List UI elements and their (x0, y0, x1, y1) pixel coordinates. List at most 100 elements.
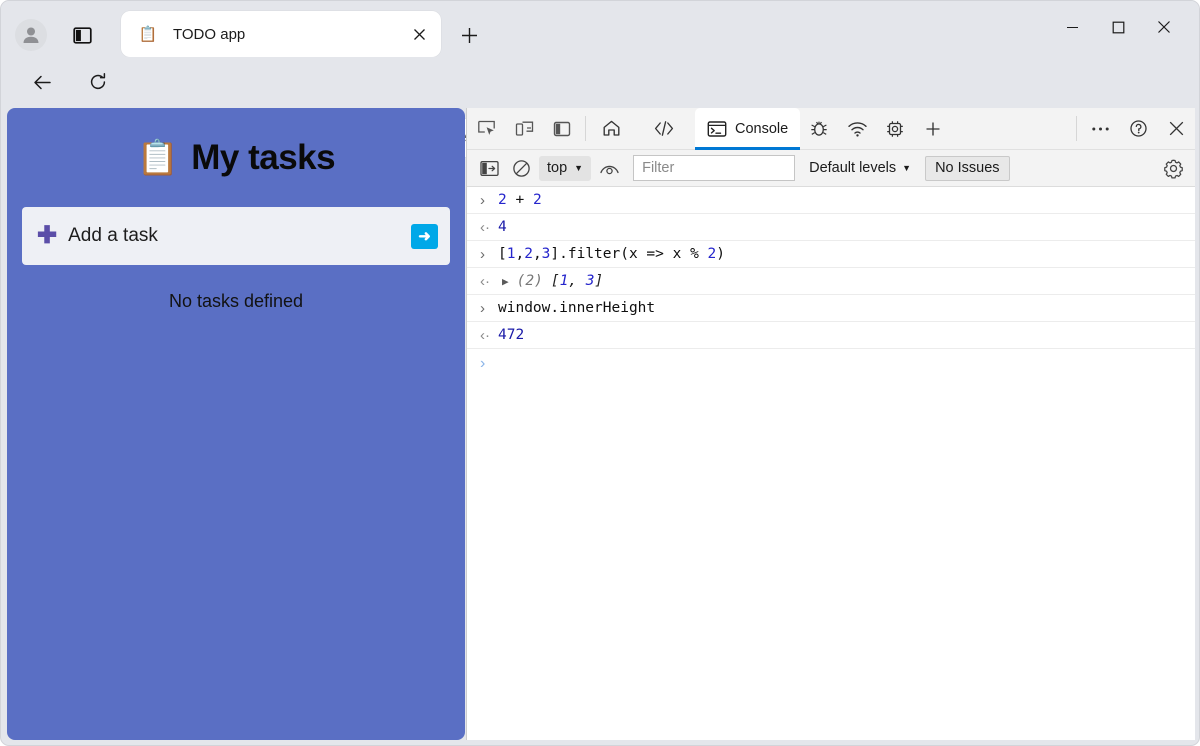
add-task-placeholder: Add a task (68, 225, 158, 246)
reload-icon (88, 72, 108, 92)
javascript-context-selector[interactable]: top ▼ (539, 155, 592, 181)
console-settings-gear-icon (1163, 158, 1184, 179)
home-icon (602, 119, 621, 138)
console-log-area[interactable]: › 2 + 2 ‹· 4 › [1,2,3].filter(x => x % 2… (467, 187, 1195, 739)
account-avatar-icon (20, 24, 42, 46)
debugger-bug-icon (809, 119, 829, 138)
inspect-element-button[interactable] (467, 108, 505, 149)
console-row-input[interactable]: › window.innerHeight (467, 295, 1195, 322)
reload-button[interactable] (81, 65, 115, 99)
output-marker-icon: ‹· (480, 218, 490, 236)
tab-title: TODO app (173, 25, 246, 43)
array-value: [1, 3] (550, 273, 604, 289)
console-row-input[interactable]: › [1,2,3].filter(x => x % 2) (467, 241, 1195, 268)
clear-console-icon (512, 159, 531, 178)
console-sidebar-icon (479, 160, 499, 177)
close-devtools-icon (1168, 120, 1185, 137)
toolbar-divider-right (1076, 116, 1077, 141)
clipboard-icon: 📋 (136, 139, 180, 177)
plus-icon: ✚ (37, 222, 58, 249)
add-panel-button[interactable] (914, 108, 952, 149)
console-settings-button[interactable] (1157, 154, 1189, 182)
tab-close-button[interactable] (405, 20, 433, 48)
plus-icon (460, 26, 479, 45)
console-result-value: 4 (498, 219, 507, 235)
device-emulation-icon (515, 119, 534, 138)
expand-triangle-icon[interactable]: ▶ (502, 275, 509, 288)
console-terminal-icon (707, 120, 727, 138)
tab-console[interactable]: Console (695, 108, 801, 150)
back-button[interactable] (25, 65, 59, 99)
navigation-bar: https://microsoftedge.github.io/Demos/de… (1, 57, 1199, 157)
console-toolbar: top ▼ Filter Default levels ▼ No Issues (467, 150, 1195, 187)
profile-button[interactable] (15, 19, 47, 51)
add-task-submit-button[interactable]: ➜ (411, 223, 438, 249)
live-expression-button[interactable] (593, 154, 625, 182)
context-label: top (547, 160, 568, 176)
input-marker-icon: › (480, 245, 485, 263)
new-tab-button[interactable] (453, 19, 485, 51)
elements-code-icon (653, 119, 675, 138)
add-panel-icon (924, 120, 942, 138)
device-emulation-button[interactable] (505, 108, 543, 149)
output-marker-icon: ‹· (480, 326, 490, 344)
console-expression: window.innerHeight (498, 300, 656, 316)
live-expression-icon (599, 161, 620, 176)
console-row-result: ‹· 472 (467, 322, 1195, 349)
tab-debugger[interactable] (800, 108, 838, 149)
dock-side-icon (553, 120, 571, 138)
clipboard-icon: 📋 (138, 25, 158, 43)
console-sidebar-toggle[interactable] (473, 154, 505, 182)
tab-welcome[interactable] (590, 108, 641, 149)
console-row-input[interactable]: › 2 + 2 (467, 187, 1195, 214)
issues-status-button[interactable]: No Issues (925, 155, 1010, 181)
input-marker-icon: › (480, 191, 485, 209)
browser-tab[interactable]: 📋 TODO app (121, 11, 441, 57)
log-levels-selector[interactable]: Default levels ▼ (809, 160, 911, 176)
network-wifi-icon (847, 120, 868, 138)
page-title: My tasks (191, 138, 336, 177)
help-icon (1129, 119, 1148, 138)
tab-network[interactable] (838, 108, 876, 149)
console-filter-input[interactable]: Filter (633, 155, 796, 181)
tab-strip: 📋 TODO app (1, 1, 1199, 57)
log-levels-label: Default levels (809, 160, 897, 176)
close-window-button[interactable] (1141, 7, 1187, 47)
input-marker-icon: › (480, 299, 485, 317)
devtools-tab-bar: Console (467, 108, 1195, 150)
todo-app-page: 📋 My tasks ✚ Add a task ➜ No tasks defin… (7, 108, 465, 740)
workspaces-button[interactable] (67, 20, 97, 50)
add-task-field[interactable]: ✚ Add a task ➜ (22, 207, 450, 265)
minimize-button[interactable] (1049, 7, 1095, 47)
console-row-result: ‹· 4 (467, 214, 1195, 241)
output-marker-icon: ‹· (480, 272, 490, 290)
prompt-marker-icon: › (480, 355, 486, 372)
console-result-value: 472 (498, 327, 525, 343)
maximize-button[interactable] (1095, 7, 1141, 47)
more-tools-button[interactable] (1081, 108, 1119, 149)
dock-side-button[interactable] (543, 108, 581, 149)
array-length-label: (2) (516, 273, 543, 289)
chevron-down-icon: ▼ (902, 162, 912, 173)
clear-console-button[interactable] (505, 154, 537, 182)
empty-state-message: No tasks defined (168, 291, 304, 311)
chevron-down-icon: ▼ (574, 162, 584, 173)
console-expression: [1,2,3].filter(x => x % 2) (498, 246, 726, 262)
help-button[interactable] (1119, 108, 1157, 149)
performance-chip-icon (885, 119, 905, 139)
console-toolbar-right (1157, 154, 1189, 182)
toolbar-divider (585, 116, 586, 141)
back-arrow-icon (32, 72, 53, 93)
console-expression: 2 + 2 (498, 192, 542, 208)
tab-elements[interactable] (641, 108, 695, 149)
inspect-element-icon (477, 119, 496, 138)
console-prompt-row[interactable]: › (467, 349, 1195, 379)
more-tools-icon (1091, 126, 1110, 132)
window-controls (1049, 1, 1199, 57)
tab-console-label: Console (735, 120, 789, 137)
tab-performance[interactable] (876, 108, 914, 149)
todo-header: 📋 My tasks (7, 138, 465, 178)
console-row-result-array[interactable]: ‹· ▶ (2) [1, 3] (467, 268, 1195, 295)
close-devtools-button[interactable] (1157, 108, 1195, 149)
tabbar-spacer (952, 108, 1072, 149)
